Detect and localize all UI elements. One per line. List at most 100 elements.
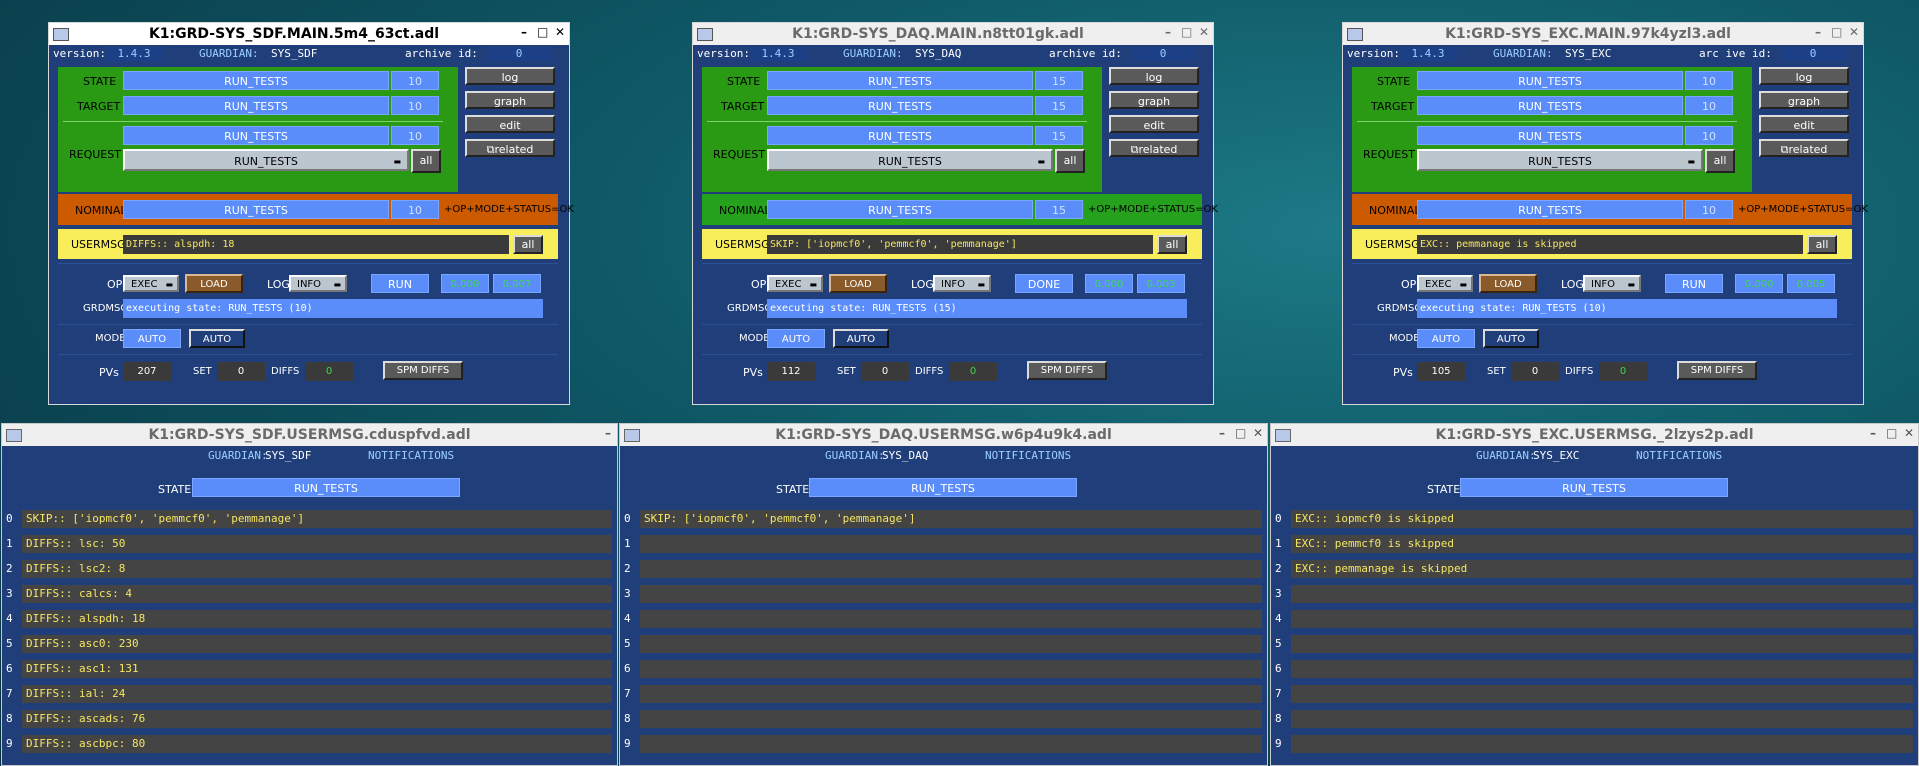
mode-auto-button[interactable]: AUTO (833, 329, 889, 348)
minimize-icon[interactable]: – (519, 25, 529, 39)
request-select[interactable]: RUN_TESTS ▬ (123, 149, 409, 171)
guardian-header: GUARDIAN: SYS_EXC NOTIFICATIONS (1271, 446, 1918, 464)
maximize-icon[interactable]: □ (1235, 426, 1246, 440)
version-label: version: (53, 47, 106, 60)
edit-button[interactable]: edit (1759, 115, 1849, 133)
message-row: 5 (620, 635, 1267, 653)
mode-auto-button[interactable]: AUTO (1483, 329, 1539, 348)
pvs-label: PVs (743, 366, 763, 379)
log-button[interactable]: log (1109, 67, 1199, 85)
log-level-select[interactable]: INFO ▬ (289, 275, 347, 292)
spm-diffs-button[interactable]: SPM DIFFS (1027, 361, 1107, 380)
log-button[interactable]: log (1759, 67, 1849, 85)
load-button[interactable]: LOAD (829, 274, 887, 293)
log-level-select[interactable]: INFO ▬ (933, 275, 991, 292)
close-icon[interactable]: ✕ (1199, 25, 1209, 39)
minimize-icon[interactable]: – (1217, 426, 1227, 440)
graph-button[interactable]: graph (1109, 91, 1199, 109)
request-select[interactable]: RUN_TESTS ▬ (767, 149, 1053, 171)
message-index: 4 (1275, 612, 1282, 625)
related-button[interactable]: ⧉related (465, 139, 555, 157)
maximize-icon[interactable]: □ (537, 25, 548, 39)
message-row: 7 (620, 685, 1267, 703)
message-row: 2 EXC:: pemmanage is skipped (1271, 560, 1918, 578)
window-titlebar[interactable]: K1:GRD-SYS_SDF.USERMSG.cduspfvd.adl – (2, 424, 617, 446)
message-text (1291, 660, 1913, 678)
close-icon[interactable]: ✕ (1253, 426, 1263, 440)
request-select[interactable]: RUN_TESTS ▬ (1417, 149, 1703, 171)
window-app-icon[interactable] (1347, 28, 1363, 41)
window-app-icon[interactable] (6, 429, 22, 442)
load-button[interactable]: LOAD (185, 274, 243, 293)
archive-id-value: 0 (487, 47, 551, 61)
minimize-icon[interactable]: – (1163, 25, 1173, 39)
separator (1352, 263, 1852, 264)
op-select[interactable]: EXEC ▬ (123, 275, 179, 292)
op-select[interactable]: EXEC ▬ (767, 275, 823, 292)
spm-diffs-button[interactable]: SPM DIFFS (383, 361, 463, 380)
usermsg-all-button[interactable]: all (1807, 235, 1837, 254)
graph-button[interactable]: graph (465, 91, 555, 109)
graph-button[interactable]: graph (1759, 91, 1849, 109)
message-row: 6 (620, 660, 1267, 678)
maximize-icon[interactable]: □ (1181, 25, 1192, 39)
usermsg-all-button[interactable]: all (513, 235, 543, 254)
minimize-icon[interactable]: – (1813, 25, 1823, 39)
main-body: STATE RUN_TESTS 10 TARGET RUN_TESTS 10 R… (1343, 63, 1868, 403)
message-index: 0 (6, 512, 13, 525)
separator (702, 354, 1202, 355)
request-all-button[interactable]: all (411, 149, 441, 173)
related-button[interactable]: ⧉related (1759, 139, 1849, 157)
nominal-value: RUN_TESTS (767, 200, 1033, 219)
usermsg-all-button[interactable]: all (1157, 235, 1187, 254)
pvs-label: PVs (99, 366, 119, 379)
minimize-icon[interactable]: – (1868, 426, 1878, 440)
window-titlebar[interactable]: K1:GRD-SYS_DAQ.MAIN.n8tt01gk.adl – □ ✕ (693, 23, 1213, 45)
log-level-value: INFO (1591, 279, 1616, 290)
message-row: 3 DIFFS:: calcs: 4 (2, 585, 617, 603)
maximize-icon[interactable]: □ (1831, 25, 1842, 39)
close-icon[interactable]: ✕ (555, 25, 565, 39)
load-button[interactable]: LOAD (1479, 274, 1537, 293)
close-icon[interactable]: ✕ (1849, 25, 1859, 39)
message-index: 1 (1275, 537, 1282, 550)
message-row: 1 (620, 535, 1267, 553)
edit-button[interactable]: edit (1109, 115, 1199, 133)
op-select[interactable]: EXEC ▬ (1417, 275, 1473, 292)
message-text: SKIP:: ['iopmcf0', 'pemmcf0', 'pemmanage… (22, 510, 612, 528)
minimize-icon[interactable]: – (603, 426, 613, 440)
close-icon[interactable]: ✕ (1904, 426, 1914, 440)
set-label: SET (1487, 366, 1506, 377)
window-app-icon[interactable] (624, 429, 640, 442)
related-button[interactable]: ⧉related (1109, 139, 1199, 157)
spm-diffs-button[interactable]: SPM DIFFS (1677, 361, 1757, 380)
message-index: 2 (624, 562, 631, 575)
target-label: TARGET (1371, 100, 1415, 113)
log-level-select[interactable]: INFO ▬ (1583, 275, 1641, 292)
window-titlebar[interactable]: K1:GRD-SYS_EXC.MAIN.97k4yzl3.adl – □ ✕ (1343, 23, 1863, 45)
maximize-icon[interactable]: □ (1886, 426, 1897, 440)
window-titlebar[interactable]: K1:GRD-SYS_DAQ.USERMSG.w6p4u9k4.adl – □ ✕ (620, 424, 1267, 446)
message-index: 5 (624, 637, 631, 650)
request-all-button[interactable]: all (1055, 149, 1085, 173)
window-titlebar[interactable]: K1:GRD-SYS_SDF.MAIN.5m4_63ct.adl – □ ✕ (49, 23, 569, 45)
window-app-icon[interactable] (53, 28, 69, 41)
version-label: version: (1347, 47, 1400, 60)
related-button-label: related (494, 143, 534, 156)
message-text (1291, 710, 1913, 728)
notifications-label: NOTIFICATIONS (368, 449, 455, 462)
message-text (1291, 585, 1913, 603)
window-titlebar[interactable]: K1:GRD-SYS_EXC.USERMSG._2lzys2p.adl – □ ✕ (1271, 424, 1918, 446)
nominal-value: RUN_TESTS (1417, 200, 1683, 219)
guardian-label: GUARDIAN: (1493, 47, 1553, 60)
request-all-button[interactable]: all (1705, 149, 1735, 173)
message-row: 1 DIFFS:: lsc: 50 (2, 535, 617, 553)
diffs-label: DIFFS (1565, 366, 1594, 377)
window-app-icon[interactable] (1275, 429, 1291, 442)
window-app-icon[interactable] (697, 28, 713, 41)
mode-auto-button[interactable]: AUTO (189, 329, 245, 348)
log-button[interactable]: log (465, 67, 555, 85)
guardian-label: GUARDIAN: (1476, 449, 1536, 462)
edit-button[interactable]: edit (465, 115, 555, 133)
message-text: DIFFS:: lsc: 50 (22, 535, 612, 553)
